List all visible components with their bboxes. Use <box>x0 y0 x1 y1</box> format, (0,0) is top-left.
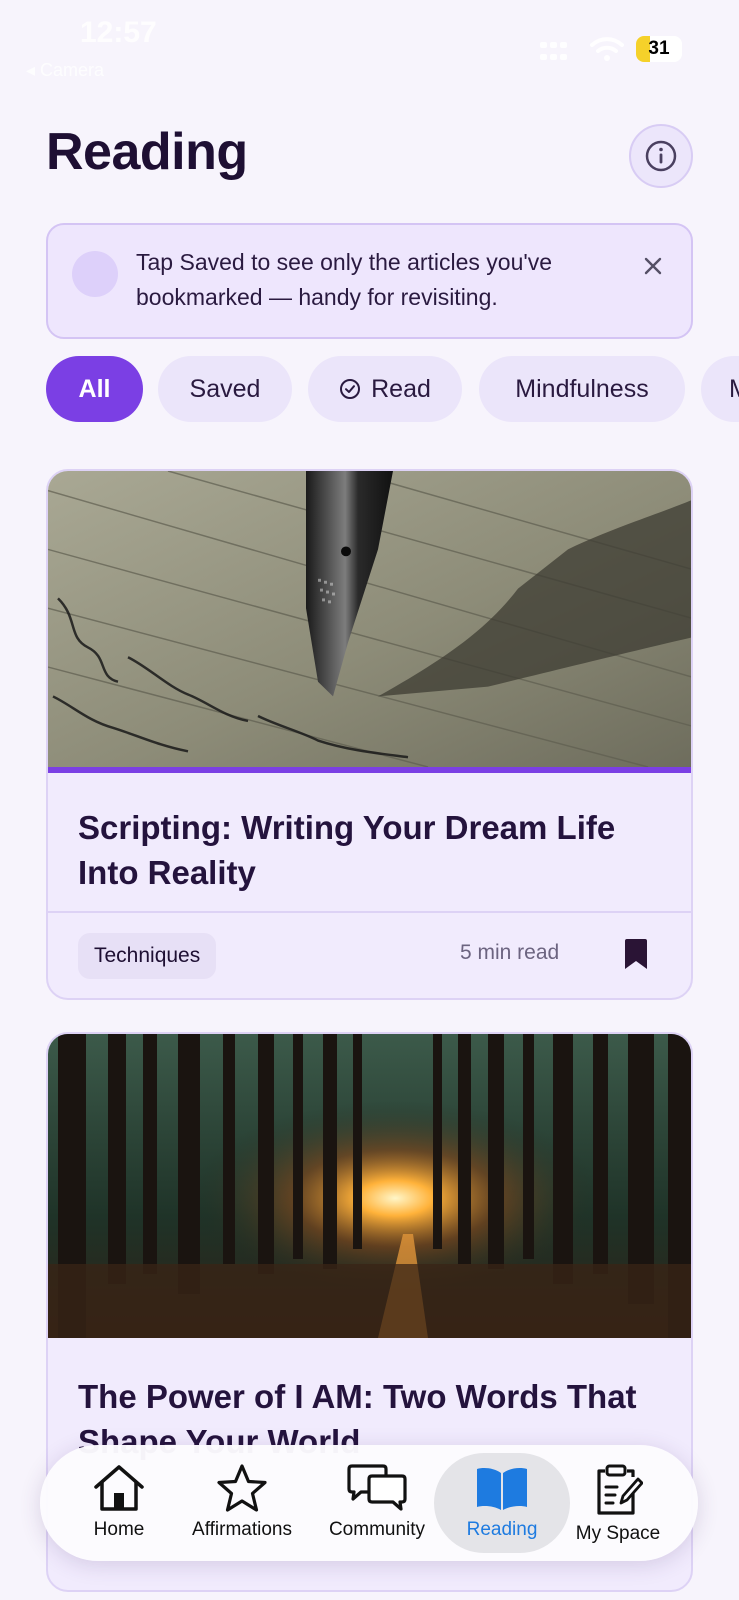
chip-label: Saved <box>189 374 261 403</box>
chip-label: All <box>78 374 111 403</box>
chip-label: Mindfulness <box>515 374 649 403</box>
nav-label: Affirmations <box>192 1519 292 1540</box>
bottom-nav: Home Affirmations Community Reading My S… <box>40 1445 698 1561</box>
fountain-pen-writing-photo <box>48 471 691 773</box>
article-title: Scripting: Writing Your Dream Life Into … <box>78 809 616 891</box>
nav-label: My Space <box>575 1523 661 1544</box>
article-card[interactable]: Scripting: Writing Your Dream Life Into … <box>46 469 693 1000</box>
card-divider <box>48 911 691 913</box>
nav-label: Community <box>328 1519 426 1540</box>
chip-label: M <box>729 375 739 404</box>
battery-level: 31 <box>648 38 670 59</box>
tip-banner: Tap Saved to see only the articles you'v… <box>46 223 693 339</box>
category-tag: Techniques <box>78 933 217 979</box>
page-title: Reading <box>46 123 248 181</box>
cellular-signal-icon <box>540 42 567 60</box>
nav-item-home[interactable]: Home <box>76 1445 162 1561</box>
status-time: 12:57 <box>80 16 157 49</box>
nav-label: Home <box>93 1519 145 1540</box>
chip-all[interactable]: All <box>46 356 143 422</box>
forest-sunlight-photo <box>48 1034 691 1338</box>
tip-icon <box>72 251 118 297</box>
nav-item-community[interactable]: Community <box>322 1445 432 1561</box>
chat-bubbles-icon <box>347 1464 407 1511</box>
nav-item-my-space[interactable]: My Space <box>568 1445 668 1561</box>
wifi-icon <box>590 37 624 61</box>
chip-more[interactable]: M <box>701 356 739 422</box>
info-button[interactable] <box>629 124 693 188</box>
status-bar: 12:57 ◂ Camera 31 <box>0 0 739 90</box>
chip-mindfulness[interactable]: Mindfulness <box>479 356 685 422</box>
nav-label: Reading <box>466 1519 538 1540</box>
battery-indicator: 31 <box>636 36 682 62</box>
chip-label: Read <box>371 374 431 403</box>
dismiss-tip-button[interactable] <box>640 253 666 279</box>
nav-item-reading[interactable]: Reading <box>452 1445 552 1561</box>
clipboard-pen-icon <box>597 1464 643 1515</box>
info-icon <box>645 140 677 172</box>
book-icon <box>477 1468 527 1510</box>
tip-text: Tap Saved to see only the articles you'v… <box>136 249 553 310</box>
nav-item-affirmations[interactable]: Affirmations <box>180 1445 304 1561</box>
close-icon <box>644 257 662 275</box>
back-to-camera-link[interactable]: ◂ Camera <box>26 60 104 81</box>
star-icon <box>217 1464 267 1512</box>
chip-read[interactable]: Read <box>308 356 462 422</box>
chip-saved[interactable]: Saved <box>158 356 292 422</box>
check-circle-icon <box>339 378 361 400</box>
read-time: 5 min read <box>460 941 560 964</box>
filter-chips: All Saved Read Mindfulness M <box>46 356 739 422</box>
home-icon <box>94 1465 144 1511</box>
bookmark-icon[interactable] <box>624 938 648 970</box>
